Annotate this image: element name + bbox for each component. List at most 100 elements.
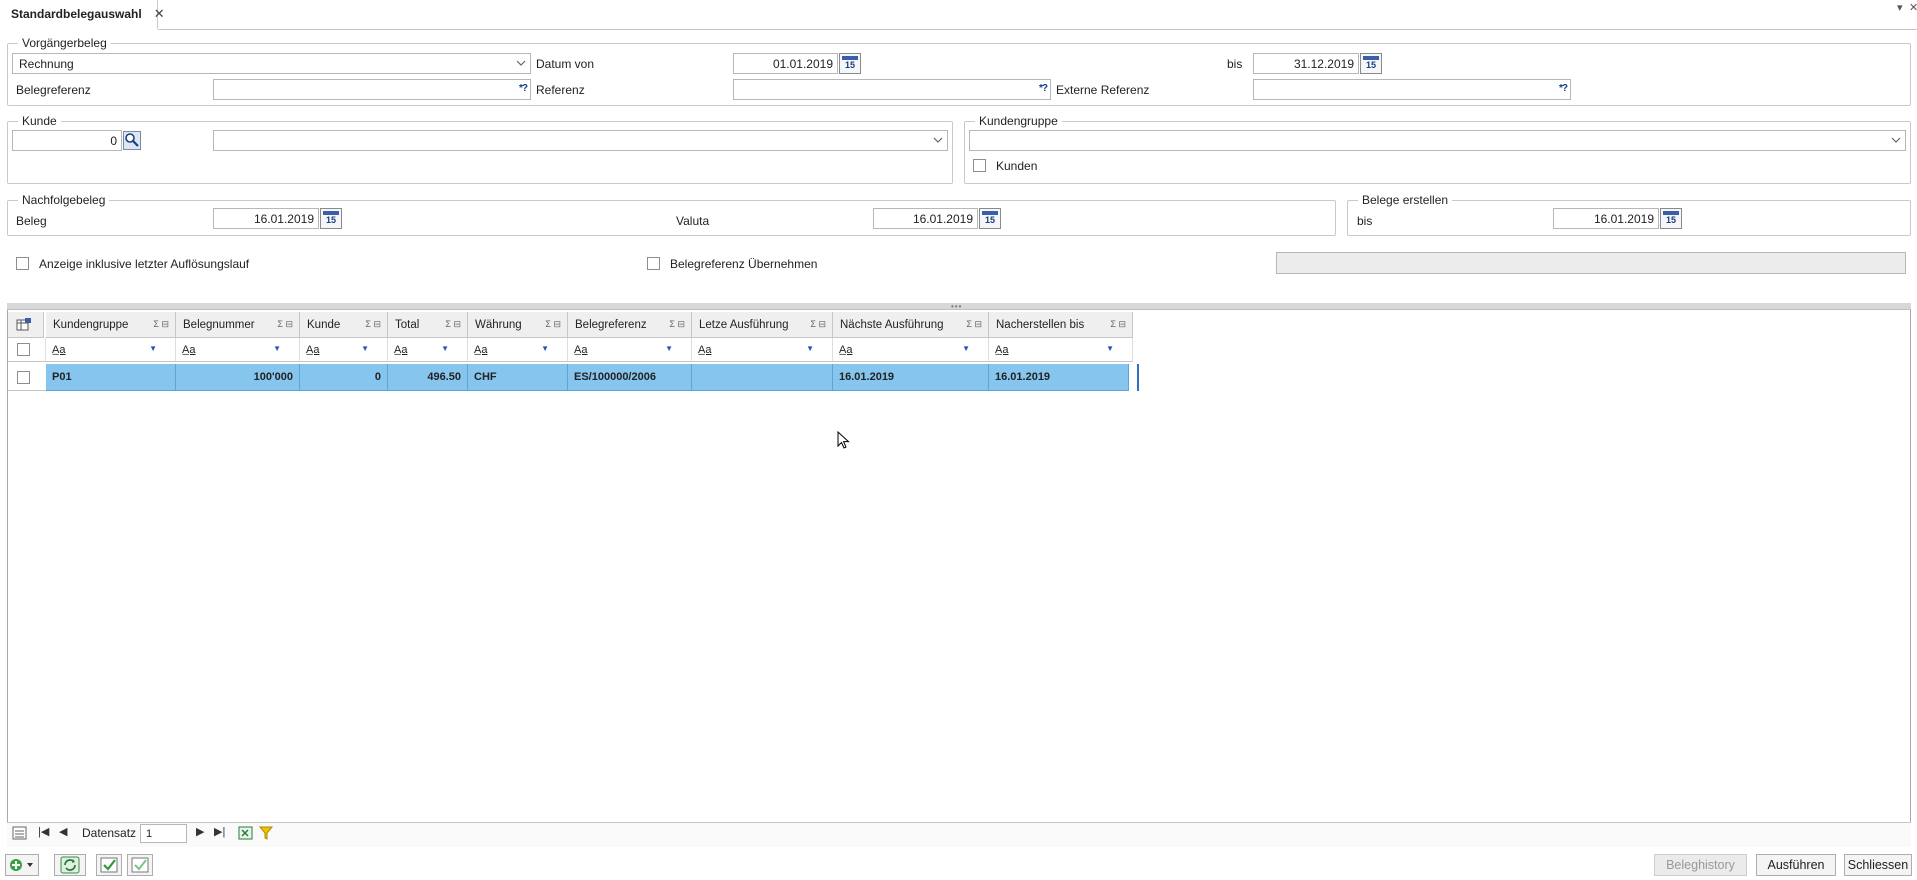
- externe-referenz-input[interactable]: *?: [1253, 79, 1571, 100]
- kunde-nummer-field[interactable]: 0: [12, 130, 122, 151]
- add-dropdown-button[interactable]: [5, 854, 39, 876]
- table-cell-kunde[interactable]: 0: [300, 364, 388, 391]
- filter-cell-kundengruppe[interactable]: A̲a ▼: [46, 338, 176, 362]
- last-record-icon[interactable]: ▶|: [214, 825, 225, 838]
- filter-dropdown-icon[interactable]: ▼: [665, 344, 673, 353]
- beleg-date-field[interactable]: 16.01.2019: [213, 208, 319, 229]
- filter-cell-nacherstellen-bis[interactable]: A̲a ▼: [989, 338, 1133, 362]
- calendar-icon[interactable]: 15: [1660, 208, 1682, 229]
- belegart-combo[interactable]: Rechnung: [12, 53, 531, 74]
- filter-operator-icon[interactable]: A̲a: [474, 344, 487, 356]
- column-header-belegnummer[interactable]: Belegnummer Σ ⊟: [176, 312, 300, 338]
- filter-dropdown-icon[interactable]: ▼: [149, 344, 157, 353]
- filter-operator-icon[interactable]: A̲a: [995, 344, 1008, 356]
- filter-operator-icon[interactable]: A̲a: [698, 344, 711, 356]
- filter-operator-icon[interactable]: A̲a: [839, 344, 852, 356]
- table-cell-waehrung[interactable]: CHF: [468, 364, 568, 391]
- belegreferenz-uebernehmen-checkbox[interactable]: [647, 257, 660, 270]
- kundengruppe-combo[interactable]: [969, 130, 1906, 151]
- select-all-checkbox[interactable]: [17, 343, 30, 356]
- column-header-ops-icon[interactable]: Σ ⊟: [445, 319, 461, 330]
- anzeige-label: Anzeige inklusive letzter Auflösungslauf: [39, 257, 250, 271]
- filter-cell-total[interactable]: A̲a ▼: [388, 338, 468, 362]
- column-header-naechste-ausfuehrung[interactable]: Nächste Ausführung Σ ⊟: [833, 312, 989, 338]
- export-excel-icon[interactable]: [238, 826, 254, 840]
- table-cell-belegreferenz[interactable]: ES/100000/2006: [568, 364, 692, 391]
- column-header-ops-icon[interactable]: Σ ⊟: [545, 319, 561, 330]
- filter-operator-icon[interactable]: A̲a: [306, 344, 319, 356]
- refresh-button[interactable]: [54, 854, 86, 876]
- filter-dropdown-icon[interactable]: ▼: [962, 344, 970, 353]
- column-header-ops-icon[interactable]: Σ ⊟: [277, 319, 293, 330]
- erstellen-bis-field[interactable]: 16.01.2019: [1553, 208, 1659, 229]
- filter-cell-naechste-ausfuehrung[interactable]: A̲a ▼: [833, 338, 989, 362]
- column-header-nacherstellen-bis[interactable]: Nacherstellen bis Σ ⊟: [989, 312, 1133, 338]
- referenz-input[interactable]: *?: [733, 79, 1051, 100]
- column-header-ops-icon[interactable]: Σ ⊟: [365, 319, 381, 330]
- table-cell-letze-ausfuehrung[interactable]: [692, 364, 833, 391]
- tab-standardbelegauswahl[interactable]: Standardbelegauswahl ✕: [0, 0, 165, 30]
- column-header-waehrung[interactable]: Währung Σ ⊟: [468, 312, 568, 338]
- kunde-name-combo[interactable]: [213, 130, 948, 151]
- filter-cell-belegreferenz[interactable]: A̲a ▼: [568, 338, 692, 362]
- filter-dropdown-icon[interactable]: ▼: [806, 344, 814, 353]
- previous-record-icon[interactable]: ◀: [59, 825, 67, 838]
- schliessen-button[interactable]: Schliessen: [1844, 854, 1912, 876]
- kunden-checkbox[interactable]: [973, 159, 986, 172]
- column-header-kundengruppe[interactable]: Kundengruppe Σ ⊟: [46, 312, 176, 338]
- navigator-menu-icon[interactable]: [12, 826, 28, 840]
- filter-dropdown-icon[interactable]: ▼: [541, 344, 549, 353]
- first-record-icon[interactable]: |◀: [38, 825, 49, 838]
- row-checkbox[interactable]: [17, 371, 30, 384]
- table-cell-nacherstellen-bis[interactable]: 16.01.2019: [989, 364, 1129, 391]
- table-cell-naechste-ausfuehrung[interactable]: 16.01.2019: [833, 364, 989, 391]
- filter-operator-icon[interactable]: A̲a: [394, 344, 407, 356]
- datum-von-field[interactable]: 01.01.2019: [733, 53, 838, 74]
- table-cell-kundengruppe[interactable]: P01: [46, 364, 176, 391]
- table-cell-total[interactable]: 496.50: [388, 364, 468, 391]
- column-header-belegreferenz[interactable]: Belegreferenz Σ ⊟: [568, 312, 692, 338]
- ausfuehren-button[interactable]: Ausführen: [1756, 854, 1836, 876]
- column-header-letze-ausfuehrung[interactable]: Letze Ausführung Σ ⊟: [692, 312, 833, 338]
- filter-operator-icon[interactable]: A̲a: [52, 344, 65, 356]
- filter-cell-kunde[interactable]: A̲a ▼: [300, 338, 388, 362]
- filter-dropdown-icon[interactable]: ▼: [441, 344, 449, 353]
- next-record-icon[interactable]: ▶: [196, 825, 204, 838]
- bis-date-field[interactable]: 31.12.2019: [1253, 53, 1359, 74]
- column-header-ops-icon[interactable]: Σ ⊟: [966, 319, 982, 330]
- column-header-ops-icon[interactable]: Σ ⊟: [810, 319, 826, 330]
- record-number-input[interactable]: 1: [140, 824, 187, 843]
- check-all-button[interactable]: [96, 854, 122, 876]
- close-tab-icon[interactable]: ✕: [154, 6, 165, 22]
- filter-dropdown-icon[interactable]: ▼: [273, 344, 281, 353]
- filter-dropdown-icon[interactable]: ▼: [1106, 344, 1114, 353]
- column-header-ops-icon[interactable]: Σ ⊟: [669, 319, 685, 330]
- calendar-icon[interactable]: 15: [839, 53, 861, 74]
- calendar-icon[interactable]: 15: [979, 208, 1001, 229]
- search-icon[interactable]: [123, 131, 141, 150]
- filter-icon[interactable]: [258, 826, 274, 840]
- window-close-icon[interactable]: ✕: [1909, 1, 1917, 14]
- check-selected-button[interactable]: [127, 854, 153, 876]
- filter-operator-icon[interactable]: A̲a: [574, 344, 587, 356]
- filter-cell-waehrung[interactable]: A̲a ▼: [468, 338, 568, 362]
- column-chooser-icon[interactable]: [8, 312, 44, 338]
- column-header-total[interactable]: Total Σ ⊟: [388, 312, 468, 338]
- beleghistory-button[interactable]: Beleghistory: [1654, 854, 1747, 876]
- window-dropdown-icon[interactable]: ▾: [1897, 1, 1903, 14]
- filter-operator-icon[interactable]: A̲a: [182, 344, 195, 356]
- column-header-ops-icon[interactable]: Σ ⊟: [153, 319, 169, 330]
- datum-von-value: 01.01.2019: [772, 56, 833, 71]
- column-header-ops-icon[interactable]: Σ ⊟: [1110, 319, 1126, 330]
- calendar-icon[interactable]: 15: [1360, 53, 1382, 74]
- anzeige-checkbox[interactable]: [16, 257, 29, 270]
- belegreferenz-label: Belegreferenz: [16, 83, 91, 97]
- belegreferenz-input[interactable]: *?: [213, 79, 531, 100]
- valuta-date-field[interactable]: 16.01.2019: [873, 208, 978, 229]
- filter-dropdown-icon[interactable]: ▼: [361, 344, 369, 353]
- calendar-icon[interactable]: 15: [320, 208, 342, 229]
- table-cell-belegnummer[interactable]: 100'000: [176, 364, 300, 391]
- column-header-kunde[interactable]: Kunde Σ ⊟: [300, 312, 388, 338]
- filter-cell-letze-ausfuehrung[interactable]: A̲a ▼: [692, 338, 833, 362]
- filter-cell-belegnummer[interactable]: A̲a ▼: [176, 338, 300, 362]
